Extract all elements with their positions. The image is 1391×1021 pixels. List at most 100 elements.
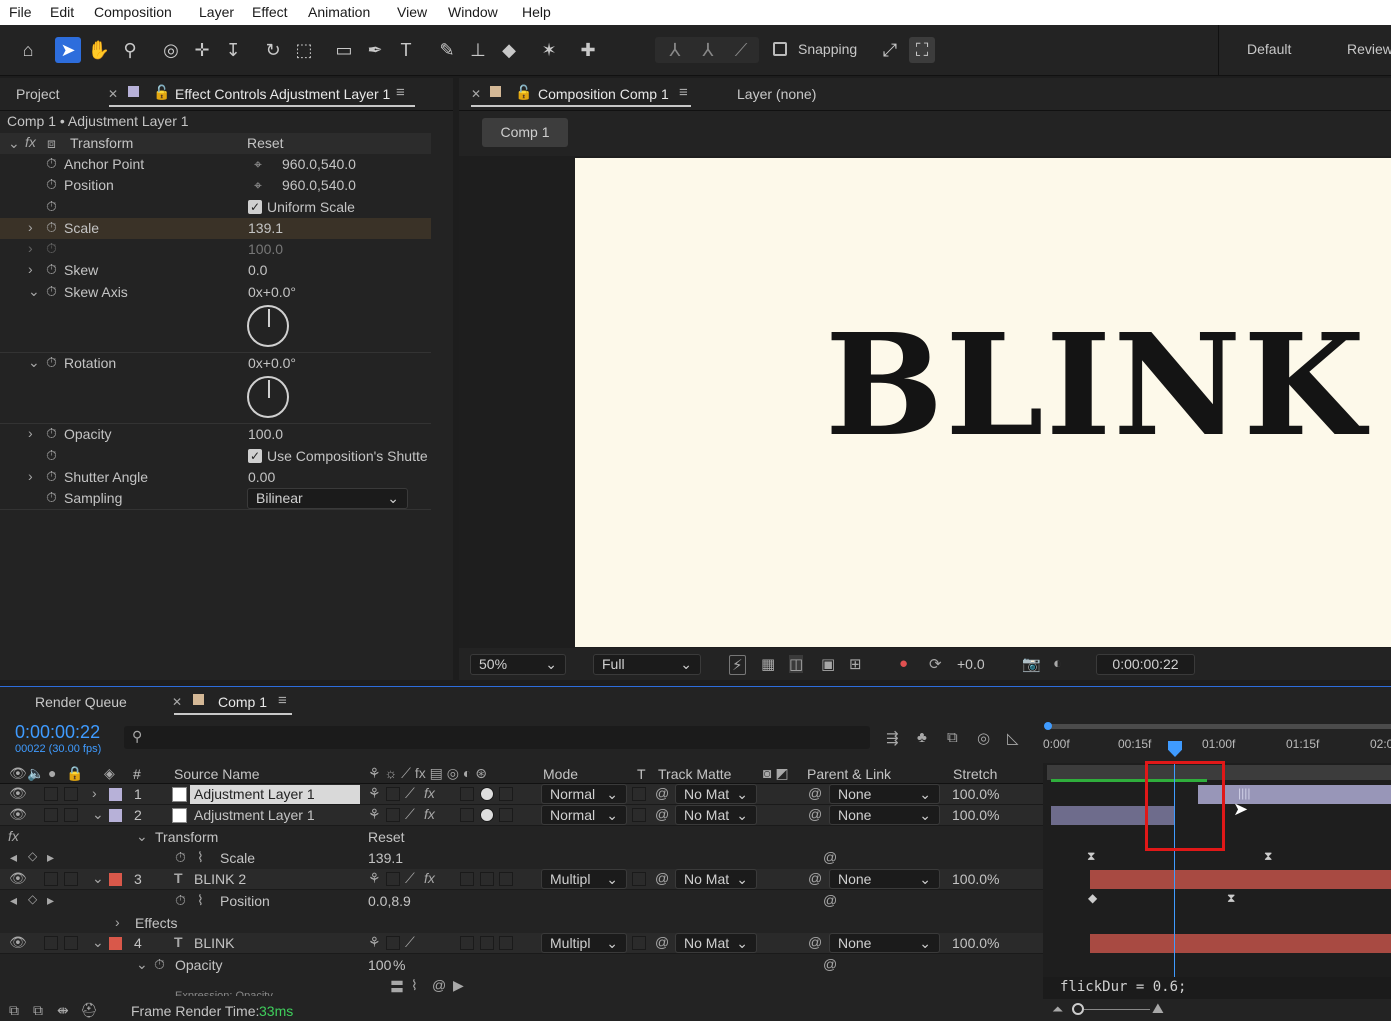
transform-row[interactable]: ⌄ fx ⧈ Transform Reset	[0, 133, 431, 154]
tab-composition[interactable]: Composition Comp 1	[538, 86, 669, 102]
shy-switch-icon[interactable]: ⚘	[368, 870, 381, 887]
shy-layers-icon[interactable]: ♣	[917, 729, 927, 746]
graph-icon[interactable]: ⌇	[197, 849, 204, 866]
stopwatch-icon[interactable]: ⏱	[46, 489, 57, 506]
table-row[interactable]: 👁 ⌄ 3 T BLINK 2 ⚘ ⟋ fx Multipl ⌄ @ No Mat ⌄ @ None ⌄ 100…	[0, 869, 1043, 890]
layer-name-box[interactable]: Adjustment Layer 1	[190, 806, 360, 825]
time-ruler[interactable]: 0:00f 00:15f 01:00f 01:15f 02:0	[1043, 719, 1391, 759]
stopwatch-active-icon[interactable]: ⏱	[175, 892, 186, 909]
home-icon[interactable]: ⌂	[15, 37, 41, 63]
close-icon[interactable]: ✕	[108, 87, 118, 101]
shy-switch-icon[interactable]: ⚘	[368, 785, 381, 802]
motion-blur-switch[interactable]	[460, 808, 474, 822]
3d-switch[interactable]	[499, 936, 513, 950]
stopwatch-icon[interactable]: ⏱	[46, 155, 57, 172]
brush-tool-icon[interactable]: ✎	[434, 37, 460, 63]
parent-pickwhip-icon[interactable]: @	[808, 785, 822, 801]
dolly-camera-icon[interactable]: ↧	[220, 37, 246, 63]
chevron-down-icon[interactable]: ⌄	[92, 806, 104, 823]
comp-canvas[interactable]: BLINK	[575, 158, 1391, 647]
menu-animation[interactable]: Animation	[308, 4, 370, 20]
parent-pickwhip-icon[interactable]: @	[808, 870, 822, 886]
collapse-switch[interactable]	[386, 872, 400, 886]
stopwatch-icon[interactable]: ⏱	[154, 956, 165, 973]
type-tool-icon[interactable]: T	[393, 37, 419, 63]
preserve-transparency-switch[interactable]	[632, 808, 646, 822]
expression-graph-icon[interactable]: ⌇	[411, 977, 418, 994]
stopwatch-icon[interactable]: ⏱	[46, 425, 57, 442]
blend-mode-dropdown[interactable]: Normal ⌄	[541, 805, 627, 825]
view-axis-icon[interactable]: ⟋	[728, 37, 754, 63]
menu-edit[interactable]: Edit	[50, 4, 74, 20]
channel-icon[interactable]: ●	[899, 655, 908, 672]
panel-menu-icon[interactable]: ≡	[679, 84, 688, 101]
layer-name[interactable]: BLINK 2	[194, 871, 246, 887]
eye-icon[interactable]: 👁	[9, 934, 27, 951]
selection-tool-icon[interactable]: ➤	[55, 37, 81, 63]
chevron-right-icon[interactable]: ›	[28, 425, 33, 441]
snapping-checkbox[interactable]	[773, 42, 787, 56]
transparency-grid-icon[interactable]: ▦	[761, 655, 775, 673]
puppet-pin-icon[interactable]: ✚	[575, 37, 601, 63]
tab-project[interactable]: Project	[16, 86, 60, 102]
label-color[interactable]	[109, 788, 122, 801]
current-time-field[interactable]: 0:00:00:22	[1096, 654, 1195, 675]
stopwatch-active-icon[interactable]: ⏱	[175, 849, 186, 866]
skew-axis-dial[interactable]	[247, 305, 289, 347]
quality-switch-icon[interactable]: ⟋	[405, 785, 415, 802]
scale-keyframe[interactable]: ⧗	[1087, 849, 1095, 864]
pen-tool-icon[interactable]: ✒	[362, 37, 388, 63]
fx-switch-icon[interactable]: fx	[424, 870, 435, 886]
collapse-switch[interactable]	[386, 787, 400, 801]
table-row[interactable]: 👁 ⌄ 4 T BLINK ⚘ ⟋ Multipl ⌄ @ No Mat ⌄ @ None ⌄ 100.0%	[0, 933, 1043, 954]
fx-switch-icon[interactable]: fx	[424, 806, 435, 822]
label-color[interactable]	[109, 873, 122, 886]
scale-row[interactable]: › ⏱ Scale 139.1	[0, 218, 431, 239]
adjustment-switch[interactable]	[480, 808, 494, 822]
tab-comp-1[interactable]: Comp 1	[218, 694, 267, 710]
stretch-value[interactable]: 100.0%	[952, 935, 999, 951]
crosshair-icon[interactable]: ⌖	[254, 156, 262, 173]
world-axis-icon[interactable]: ⅄	[695, 37, 721, 63]
position-value[interactable]: 0.0,8.9	[368, 893, 411, 909]
stopwatch-icon[interactable]: ⏱	[46, 354, 57, 371]
3d-switch[interactable]	[499, 787, 513, 801]
rotation-dial[interactable]	[247, 376, 289, 418]
adjustment-switch[interactable]	[480, 936, 494, 950]
position-keyframe[interactable]: ◆	[1088, 891, 1097, 905]
menu-layer[interactable]: Layer	[199, 4, 234, 20]
parent-dropdown[interactable]: None ⌄	[829, 805, 940, 825]
source-name-header[interactable]: Source Name	[174, 766, 260, 782]
local-axis-icon[interactable]: ⅄	[662, 37, 688, 63]
sampling-dropdown[interactable]: Bilinear ⌄	[247, 488, 408, 509]
zoom-tool-icon[interactable]: ⚲	[117, 37, 143, 63]
stopwatch-icon[interactable]: ⏱	[46, 176, 57, 193]
chevron-right-icon[interactable]: ›	[28, 219, 33, 235]
quality-switch-icon[interactable]: ⟋	[405, 934, 415, 951]
table-row[interactable]: 👁 › 1 Adjustment Layer 1 ⚘ ⟋ fx Normal ⌄ @ No Mat ⌄…	[0, 784, 1043, 805]
tab-layer[interactable]: Layer (none)	[737, 86, 816, 102]
clone-stamp-icon[interactable]: ⊥	[465, 37, 491, 63]
motion-blur-switch[interactable]	[460, 936, 474, 950]
skew-value[interactable]: 0.0	[248, 262, 267, 278]
reset-button[interactable]: Reset	[247, 135, 284, 151]
graph-icon[interactable]: ⌇	[197, 892, 204, 909]
crosshair-icon[interactable]: ⌖	[254, 177, 262, 194]
layer-1-bar[interactable]: ||||	[1198, 785, 1391, 804]
layer-name-box[interactable]: Adjustment Layer 1	[190, 785, 360, 804]
pan-behind-icon[interactable]: ⬚	[291, 37, 317, 63]
collapse-switch[interactable]	[386, 808, 400, 822]
pickwhip-icon[interactable]: @	[655, 806, 669, 822]
comp-shutter-checkbox[interactable]: ✓	[248, 449, 262, 463]
stretch-value[interactable]: 100.0%	[952, 786, 999, 802]
motion-blur-icon[interactable]: ◎	[977, 729, 990, 747]
prev-keyframe-icon[interactable]: ◂	[10, 892, 17, 909]
preserve-transparency-switch[interactable]	[632, 872, 646, 886]
quality-switch-icon[interactable]: ⟋	[405, 806, 415, 823]
motion-blur-switch[interactable]	[460, 872, 474, 886]
menu-view[interactable]: View	[397, 4, 427, 20]
track-matte-dropdown[interactable]: No Mat ⌄	[675, 805, 757, 825]
orbit-camera-icon[interactable]: ◎	[158, 37, 184, 63]
chevron-down-icon[interactable]: ⌄	[28, 354, 40, 371]
lock-icon[interactable]: 🔓	[153, 84, 170, 101]
